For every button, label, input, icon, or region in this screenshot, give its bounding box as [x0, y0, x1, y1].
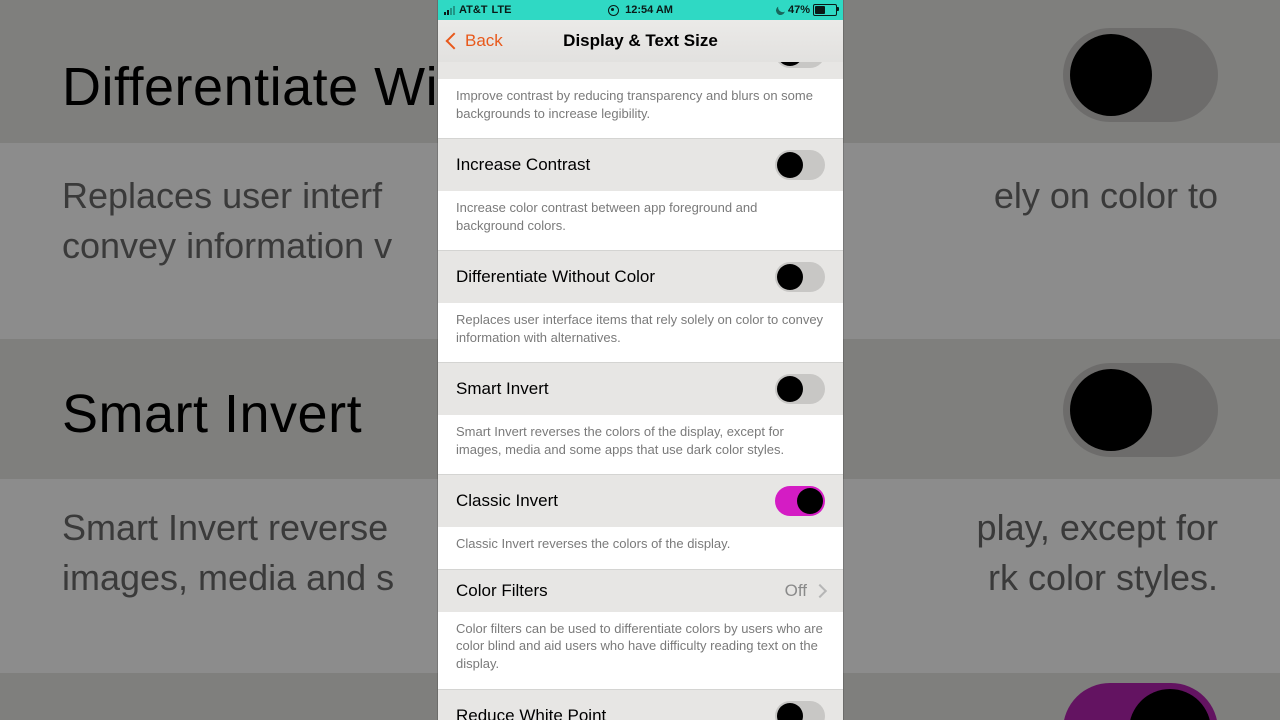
toggle-reduce-white-point[interactable] [775, 701, 825, 720]
row-reduce-white-point[interactable]: Reduce White Point [438, 689, 843, 720]
bg-desc-diff-b: convey information v [0, 221, 392, 271]
bg-desc-smart-rb: rk color styles. [988, 553, 1218, 603]
status-bar: AT&T LTE 12:54 AM 47% [438, 0, 843, 20]
toggle-reduce-transparency[interactable] [775, 62, 825, 68]
phone-frame: AT&T LTE 12:54 AM 47% Back Display & Tex… [438, 0, 843, 720]
network-label: LTE [492, 4, 512, 16]
row-label: Differentiate Without Color [456, 267, 655, 287]
chevron-left-icon [446, 33, 463, 50]
toggle-classic-invert[interactable] [775, 486, 825, 516]
row-label: Color Filters [456, 581, 548, 601]
back-label: Back [465, 31, 503, 51]
bg-toggle-classic [1063, 683, 1218, 720]
chevron-right-icon [813, 584, 827, 598]
row-label: Classic Invert [456, 491, 558, 511]
bg-desc-smart-b: images, media and s [0, 553, 394, 603]
row-footer-color-filters: Color filters can be used to differentia… [438, 612, 843, 689]
row-footer-increase-contrast: Increase color contrast between app fore… [438, 191, 843, 250]
battery-pct-label: 47% [788, 4, 810, 16]
row-diff-without-color[interactable]: Differentiate Without Color [438, 250, 843, 303]
back-button[interactable]: Back [448, 31, 503, 51]
bg-toggle-smart [1063, 363, 1218, 457]
color-filters-value: Off [785, 581, 807, 601]
row-footer-reduce-transparency: Improve contrast by reducing transparenc… [438, 79, 843, 138]
battery-icon [813, 4, 837, 16]
row-label: Smart Invert [456, 379, 549, 399]
carrier-label: AT&T [459, 4, 488, 16]
dnd-moon-icon [775, 4, 787, 16]
signal-bars-icon [444, 5, 455, 15]
row-footer-diff-without-color: Replaces user interface items that rely … [438, 303, 843, 362]
row-increase-contrast[interactable]: Increase Contrast [438, 138, 843, 191]
row-footer-smart-invert: Smart Invert reverses the colors of the … [438, 415, 843, 474]
bg-title-diff: Differentiate Wit [0, 60, 454, 114]
toggle-increase-contrast[interactable] [775, 150, 825, 180]
nav-bar: Back Display & Text Size [438, 20, 843, 63]
bg-title-smart: Smart Invert [0, 387, 362, 441]
bg-desc-smart-a: Smart Invert reverse [0, 503, 388, 553]
bg-desc-diff-r: ely on color to [994, 171, 1218, 221]
row-footer-classic-invert: Classic Invert reverses the colors of th… [438, 527, 843, 569]
settings-list[interactable]: Reduce Transparency Improve contrast by … [438, 62, 843, 720]
row-classic-invert[interactable]: Classic Invert [438, 474, 843, 527]
row-reduce-transparency[interactable]: Reduce Transparency [438, 62, 843, 79]
row-label: Reduce Transparency [456, 62, 622, 63]
toggle-diff-without-color[interactable] [775, 262, 825, 292]
bg-desc-diff-a: Replaces user interf [0, 171, 382, 221]
row-color-filters[interactable]: Color Filters Off [438, 569, 843, 612]
row-label: Increase Contrast [456, 155, 590, 175]
bg-desc-smart-ra: play, except for [977, 503, 1218, 553]
toggle-smart-invert[interactable] [775, 374, 825, 404]
row-smart-invert[interactable]: Smart Invert [438, 362, 843, 415]
row-label: Reduce White Point [456, 706, 606, 720]
clock-label: 12:54 AM [625, 4, 673, 16]
bg-toggle-diff [1063, 28, 1218, 122]
